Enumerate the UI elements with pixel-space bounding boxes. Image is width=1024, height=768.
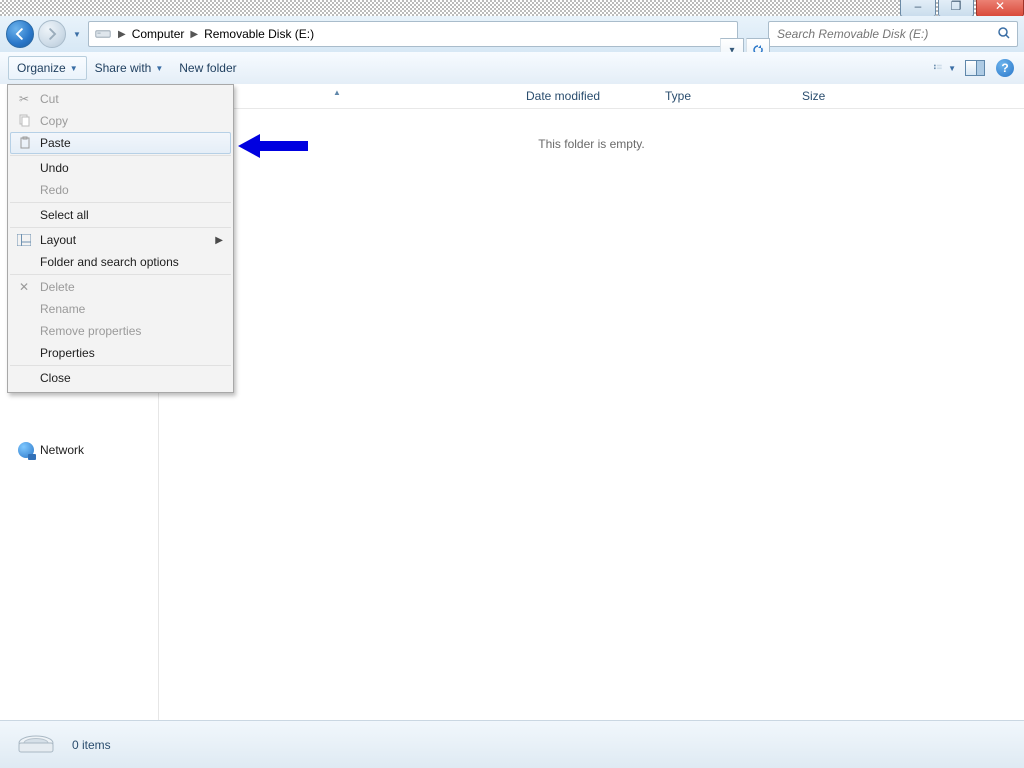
file-list[interactable]: Name ▲ Date modified Type Size This fold… xyxy=(159,84,1024,721)
maximize-button[interactable]: ❐ xyxy=(938,0,974,17)
nav-history-dropdown[interactable]: ▼ xyxy=(70,30,84,39)
caret-down-icon: ▼ xyxy=(948,64,956,73)
sidebar-item-network[interactable]: Network xyxy=(0,440,158,460)
menu-item-close[interactable]: Close xyxy=(10,367,231,389)
scissors-icon: ✂ xyxy=(16,91,32,107)
menu-item-paste[interactable]: Paste xyxy=(10,132,231,154)
layout-icon xyxy=(16,232,32,248)
help-icon: ? xyxy=(996,59,1014,77)
column-headers: Name ▲ Date modified Type Size xyxy=(159,84,1024,109)
drive-icon xyxy=(16,732,56,758)
menu-item-rename[interactable]: Rename xyxy=(10,298,231,320)
minimize-button[interactable]: – xyxy=(900,0,936,17)
menu-item-undo[interactable]: Undo xyxy=(10,157,231,179)
forward-button[interactable] xyxy=(38,20,66,48)
search-icon xyxy=(997,26,1011,43)
menu-item-layout[interactable]: Layout ▶ xyxy=(10,229,231,251)
chevron-right-icon: ▶ xyxy=(190,29,198,40)
network-icon xyxy=(18,442,34,458)
submenu-arrow-icon: ▶ xyxy=(215,235,223,246)
delete-icon: ✕ xyxy=(16,279,32,295)
column-size[interactable]: Size xyxy=(792,89,887,103)
sort-ascending-icon: ▲ xyxy=(333,88,341,97)
status-item-count: 0 items xyxy=(72,738,111,752)
explorer-window: { "title_buttons": {"min":"–","max":"❐",… xyxy=(0,0,1024,768)
menu-item-folder-options[interactable]: Folder and search options xyxy=(10,251,231,273)
search-input[interactable] xyxy=(775,26,997,42)
chevron-right-icon: ▶ xyxy=(118,29,126,40)
new-folder-button[interactable]: New folder xyxy=(171,57,244,79)
menu-item-redo[interactable]: Redo xyxy=(10,179,231,201)
title-strip xyxy=(0,0,1024,16)
window-caption-buttons: – ❐ ✕ xyxy=(900,0,1024,17)
back-button[interactable] xyxy=(6,20,34,48)
breadcrumb-current[interactable]: Removable Disk (E:) xyxy=(201,26,317,42)
menu-item-copy[interactable]: Copy xyxy=(10,110,231,132)
details-pane: 0 items xyxy=(0,720,1024,768)
help-button[interactable]: ? xyxy=(994,57,1016,79)
column-date-modified[interactable]: Date modified xyxy=(516,89,655,103)
caret-down-icon: ▼ xyxy=(70,64,78,73)
preview-pane-button[interactable] xyxy=(964,57,986,79)
copy-icon xyxy=(16,113,32,129)
search-box[interactable] xyxy=(768,21,1018,47)
command-bar: Organize▼ Share with▼ New folder ▼ ? xyxy=(0,52,1024,85)
caret-down-icon: ▼ xyxy=(155,64,163,73)
breadcrumb-root[interactable]: Computer xyxy=(129,26,188,42)
column-type[interactable]: Type xyxy=(655,89,792,103)
menu-item-delete[interactable]: ✕ Delete xyxy=(10,276,231,298)
annotation-arrow xyxy=(238,132,308,160)
menu-item-properties[interactable]: Properties xyxy=(10,342,231,364)
organize-menu: ✂ Cut Copy Paste Undo Redo Select all La… xyxy=(7,84,234,393)
preview-pane-icon xyxy=(965,60,985,76)
organize-button[interactable]: Organize▼ xyxy=(8,56,87,80)
view-options-button[interactable]: ▼ xyxy=(934,57,956,79)
location-bar[interactable]: ▶ Computer ▶ Removable Disk (E:) xyxy=(88,21,738,47)
clipboard-icon xyxy=(17,135,33,151)
address-bar: ▼ ▶ Computer ▶ Removable Disk (E:) ▾ xyxy=(0,16,1024,52)
menu-item-cut[interactable]: ✂ Cut xyxy=(10,88,231,110)
close-button[interactable]: ✕ xyxy=(976,0,1024,17)
menu-item-select-all[interactable]: Select all xyxy=(10,204,231,226)
share-with-button[interactable]: Share with▼ xyxy=(87,57,172,79)
menu-item-remove-properties[interactable]: Remove properties xyxy=(10,320,231,342)
drive-icon xyxy=(95,28,111,40)
